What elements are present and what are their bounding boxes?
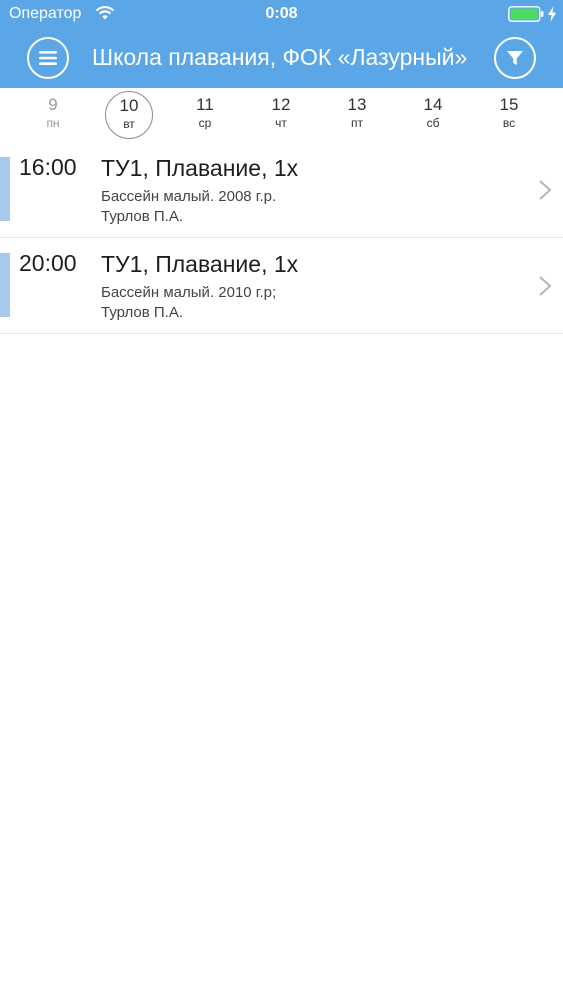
day-abbr: вс — [502, 116, 516, 130]
lesson-place: Бассейн малый. 2008 г.р. — [101, 188, 277, 205]
day-abbr: сб — [426, 116, 440, 130]
day-thursday[interactable]: 12 чт — [257, 91, 305, 139]
lesson-time: 20:00 — [19, 250, 77, 276]
funnel-icon — [507, 51, 523, 65]
chevron-right-icon — [539, 180, 552, 200]
menu-button[interactable] — [27, 37, 69, 79]
page-title: Школа плавания, ФОК «Лазурный» — [92, 44, 468, 70]
day-sunday[interactable]: 15 вс — [485, 91, 533, 139]
day-abbr: ср — [198, 116, 212, 130]
lesson-teacher: Турлов П.А. — [101, 208, 184, 225]
day-number: 15 — [499, 95, 519, 114]
lesson-place: Бассейн малый. 2010 г.р; — [101, 284, 277, 301]
lesson-title: ТУ1, Плавание, 1х — [101, 251, 299, 277]
day-number: 12 — [271, 95, 291, 114]
lesson-time: 16:00 — [19, 154, 77, 180]
day-abbr: пт — [351, 116, 363, 130]
day-wednesday[interactable]: 11 ср — [181, 91, 229, 139]
charging-bolt-icon — [548, 6, 556, 22]
day-friday[interactable]: 13 пт — [333, 91, 381, 139]
day-monday[interactable]: 9 пн — [29, 91, 77, 139]
day-abbr: вт — [123, 117, 135, 131]
filter-button[interactable] — [494, 37, 536, 79]
day-number: 13 — [347, 95, 367, 114]
day-abbr: чт — [275, 116, 287, 130]
hamburger-icon — [39, 51, 57, 65]
week-day-selector: 9 пн 10 вт 11 ср 12 чт 13 пт 14 сб 15 вс — [0, 88, 563, 142]
lesson-accent-bar — [0, 253, 10, 317]
day-number: 10 — [119, 96, 139, 115]
lesson-list: 16:00 ТУ1, Плавание, 1х Бассейн малый. 2… — [0, 142, 563, 334]
day-number: 14 — [423, 95, 443, 114]
lesson-teacher: Турлов П.А. — [101, 304, 184, 321]
nav-bar: Школа плавания, ФОК «Лазурный» — [0, 30, 563, 86]
lesson-accent-bar — [0, 157, 10, 221]
lesson-row[interactable]: 16:00 ТУ1, Плавание, 1х Бассейн малый. 2… — [0, 142, 563, 238]
lesson-row[interactable]: 20:00 ТУ1, Плавание, 1х Бассейн малый. 2… — [0, 238, 563, 334]
clock: 0:08 — [265, 5, 298, 22]
header: Оператор 0:08 Школа плавания, ФОК «Лазур… — [0, 0, 563, 88]
battery-icon — [508, 6, 544, 22]
chevron-right-icon — [539, 276, 552, 296]
day-tuesday-selected[interactable]: 10 вт — [105, 91, 153, 139]
day-number: 11 — [196, 95, 214, 114]
lesson-title: ТУ1, Плавание, 1х — [101, 155, 299, 181]
day-saturday[interactable]: 14 сб — [409, 91, 457, 139]
day-abbr: пн — [46, 116, 60, 130]
status-bar: Оператор 0:08 — [0, 0, 563, 28]
day-number: 9 — [48, 95, 58, 114]
